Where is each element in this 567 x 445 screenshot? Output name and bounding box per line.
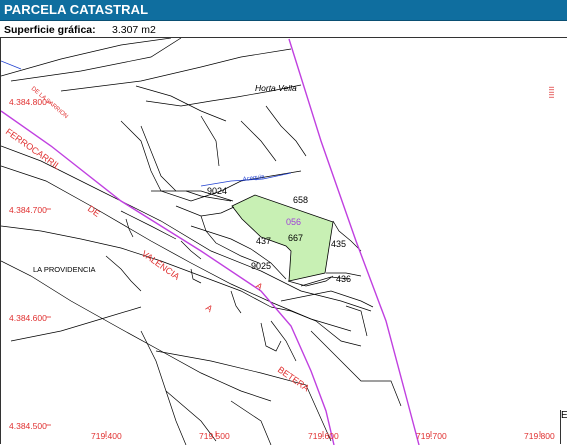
surface-value: 3.307 m2 (112, 24, 156, 36)
parcel-056[interactable] (231, 194, 334, 282)
road-betera: BETERA (276, 364, 311, 393)
y-coord-4384700: 4.384.700 (9, 205, 47, 215)
x-coord-719600: 719.600 (308, 431, 339, 441)
parcel-label-9025: 9025 (251, 261, 271, 271)
footer-stub: E (560, 410, 567, 444)
map-canvas: 4.384.800 4.384.700 4.384.600 4.384.500 … (1, 38, 555, 445)
road-a: A (204, 302, 215, 314)
parcel-label-435: 435 (331, 239, 346, 249)
page-title: PARCELA CATASTRAL (4, 2, 149, 17)
parcel-label-056: 056 (286, 217, 301, 227)
cadastral-map[interactable]: 4.384.800 4.384.700 4.384.600 4.384.500 … (0, 37, 567, 445)
surface-label: Superficie gráfica: (4, 24, 96, 36)
y-coord-4384500: 4.384.500 (9, 421, 47, 431)
y-coord-4384600: 4.384.600 (9, 313, 47, 323)
parcel-label-436: 436 (336, 274, 351, 284)
parcel-label-437: 437 (256, 236, 271, 246)
place-la-providencia: LA PROVIDENCIA (33, 265, 96, 274)
x-coord-719800: 719.800 (524, 431, 555, 441)
road-de: DE (86, 203, 102, 218)
acequia-top-line (1, 60, 22, 70)
boundary-lines (1, 38, 420, 445)
acequia-label: Acequia (242, 174, 265, 183)
footer-stub-text: E (561, 410, 567, 421)
place-horta-vella: Horta Vella (255, 83, 297, 93)
road-valencia: VALENCIA (140, 248, 182, 281)
parcel-label-667: 667 (288, 233, 303, 243)
road-a2: A (254, 280, 265, 292)
x-coord-719400: 719.400 (91, 431, 122, 441)
x-coord-719700: 719.700 (416, 431, 447, 441)
header-bar: PARCELA CATASTRAL (0, 0, 567, 21)
parcel-label-658: 658 (293, 195, 308, 205)
right-edge-ticks: ııııı (547, 86, 557, 99)
x-coord-labels: 719.400 719.500 719.600 719.700 719.800 (91, 431, 555, 441)
x-coord-719500: 719.500 (199, 431, 230, 441)
parcel-label-9024: 9024 (207, 186, 227, 196)
surface-info-bar: Superficie gráfica: 3.307 m2 (0, 21, 567, 38)
